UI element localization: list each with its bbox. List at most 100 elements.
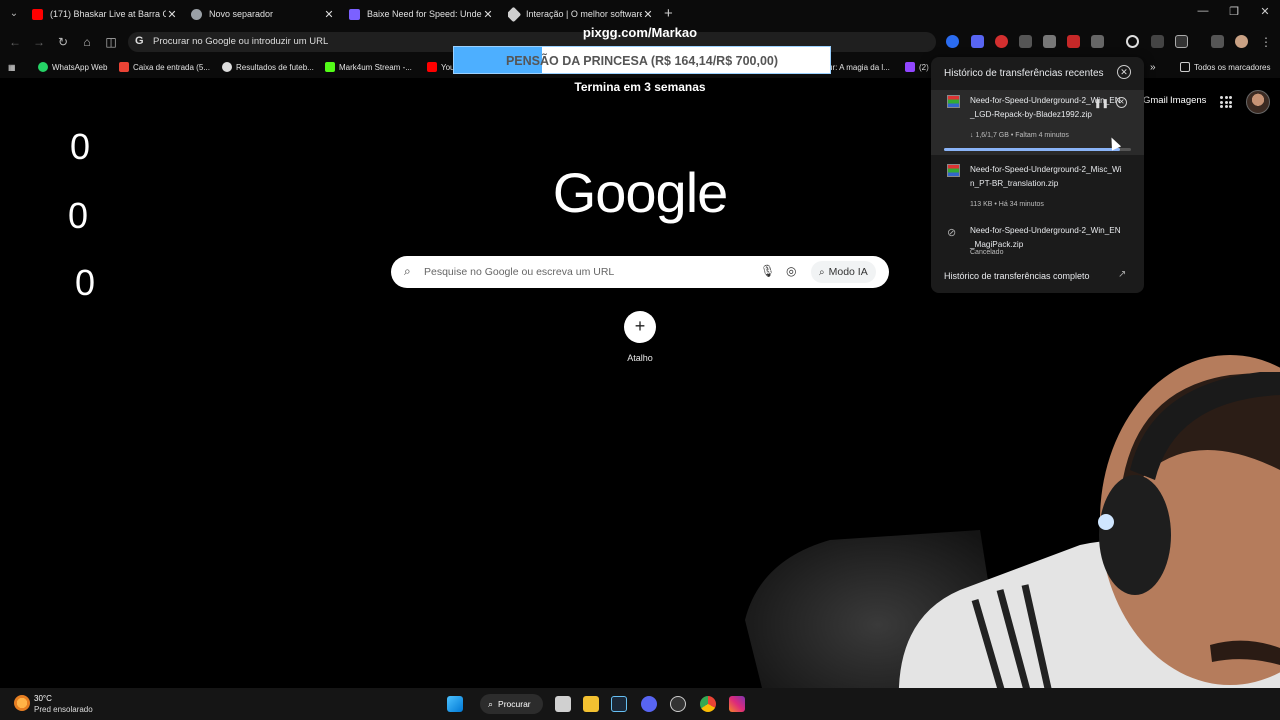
all-bookmarks-label: Todos os marcadores	[1194, 62, 1271, 72]
bookmark-label: Caixa de entrada (5...	[133, 62, 210, 72]
bookmark-whatsapp[interactable]: WhatsApp Web	[38, 60, 107, 74]
zip-file-icon	[947, 164, 960, 177]
bookmark-label: WhatsApp Web	[52, 62, 108, 72]
counter-value: 0	[70, 126, 91, 167]
steam-icon[interactable]	[611, 696, 627, 712]
bookmark-mark4um[interactable]: Mark4um Stream -...	[325, 60, 412, 74]
close-icon[interactable]: ✕	[1117, 65, 1131, 79]
counter-value: 0	[75, 262, 96, 303]
download-filename: Need-for-Speed-Underground-2_Misc_Win_PT…	[970, 165, 1122, 188]
windows-start-icon[interactable]	[447, 696, 463, 712]
search-icon: ⌕	[404, 264, 411, 278]
google-apps-icon[interactable]	[1220, 96, 1232, 108]
bookmark-gmail[interactable]: Caixa de entrada (5...	[119, 60, 210, 74]
microphone-icon[interactable]: 🎙︎	[760, 264, 775, 278]
tab-title: Novo separador	[209, 9, 274, 19]
weather-description[interactable]: Pred ensolarado	[34, 705, 93, 714]
bookmark-label: Resultados de futeb...	[236, 62, 314, 72]
download-item[interactable]: ⊘ Need-for-Speed-Underground-2_Win_EN_Ma…	[931, 220, 1144, 264]
headphone-light	[1098, 514, 1114, 530]
folder-icon	[1180, 62, 1190, 72]
bookmark-label: Mark4um Stream -...	[339, 62, 412, 72]
tab-title: Baixe Need for Speed: Undergr	[367, 9, 482, 19]
headphone-cup	[1099, 475, 1171, 595]
new-tab-button[interactable]: +	[664, 5, 673, 22]
counter-value: 0	[68, 195, 89, 236]
full-download-history-link[interactable]: Histórico de transferências completo	[944, 271, 1090, 281]
tab-need-for-speed[interactable]: Baixe Need for Speed: Undergr ✕	[349, 2, 494, 26]
close-window-icon[interactable]: ✕	[1255, 5, 1275, 18]
taskbar: 30°C Pred ensolarado ⌕ Procurar	[0, 688, 1280, 720]
close-tab-icon[interactable]: ✕	[482, 8, 494, 21]
add-shortcut-button[interactable]: +	[624, 311, 656, 343]
search-icon: ⌕	[488, 698, 494, 709]
download-filename: Need-for-Speed-Underground-2_Win_EN_Magi…	[970, 226, 1121, 249]
download-status: ↓ 1,6/1,7 GB • Faltam 4 minutos	[970, 132, 1069, 139]
minimize-icon[interactable]: —	[1193, 5, 1213, 17]
bookmark-magia[interactable]: ur: A magia da l...	[828, 60, 890, 74]
tab-strip: ⌄ (171) Bhaskar Live at Barra Gra ✕ Novo…	[0, 0, 1280, 28]
donation-url: pixgg.com/Markao	[582, 25, 698, 40]
download-item[interactable]: Need-for-Speed-Underground-2_Misc_Win_PT…	[931, 159, 1144, 215]
close-tab-icon[interactable]: ✕	[166, 8, 178, 21]
downloads-title: Histórico de transferências recentes	[944, 68, 1104, 79]
mustache	[1210, 640, 1280, 665]
taskbar-search[interactable]: ⌕ Procurar	[480, 694, 543, 714]
twitch-icon	[905, 62, 915, 72]
tab-title: Interação | O melhor software p	[526, 9, 642, 19]
search-input[interactable]	[424, 263, 744, 281]
ai-mode-label: Modo IA	[828, 266, 868, 278]
images-link[interactable]: Imagens	[1170, 95, 1206, 106]
hair	[1120, 373, 1280, 500]
gmail-link[interactable]: Gmail	[1143, 95, 1168, 106]
file-explorer-icon[interactable]	[583, 696, 599, 712]
bookmark-youtube[interactable]: You	[427, 60, 455, 74]
open-external-icon[interactable]: ↗	[1118, 269, 1126, 280]
download-status: 113 KB • Há 34 minutos	[970, 201, 1044, 208]
app-icon[interactable]	[670, 696, 686, 712]
downloads-bubble: Histórico de transferências recentes ✕ N…	[931, 57, 1144, 293]
restore-icon[interactable]: ❐	[1224, 5, 1244, 18]
search-box[interactable]: ⌕ 🎙︎ ◎ ⌕ Modo IA	[391, 256, 889, 288]
download-progress-fill	[944, 148, 1120, 151]
weather-icon[interactable]	[14, 695, 30, 711]
site-icon	[349, 8, 360, 20]
file-cancelled-icon: ⊘	[947, 227, 957, 239]
close-tab-icon[interactable]: ✕	[642, 8, 654, 21]
chrome-icon[interactable]	[700, 696, 716, 712]
instagram-icon[interactable]	[729, 696, 745, 712]
gmail-icon	[119, 62, 129, 72]
kick-icon	[325, 62, 335, 72]
tab-interacao[interactable]: Interação | O melhor software p ✕	[508, 2, 654, 26]
tab-youtube[interactable]: (171) Bhaskar Live at Barra Gra ✕	[32, 2, 178, 26]
cancel-download-icon[interactable]: ✕	[1116, 97, 1127, 108]
bookmark-twitch[interactable]: (2)	[905, 60, 929, 74]
site-icon	[508, 6, 522, 22]
weather-temperature[interactable]: 30°C	[34, 694, 52, 703]
tab-search-icon[interactable]: ⌄	[6, 6, 22, 22]
task-view-icon[interactable]	[555, 696, 571, 712]
pause-icon[interactable]: ❚❚	[1094, 98, 1109, 109]
headphone-band	[1130, 372, 1280, 480]
tab-new-tab[interactable]: Novo separador ✕	[191, 2, 335, 26]
more-bookmarks-icon[interactable]: »	[1150, 60, 1156, 74]
donation-goal-bar: PENSÃO DA PRINCESA (R$ 164,14/R$ 700,00)	[453, 46, 831, 74]
apps-grid-icon[interactable]: ▦	[8, 60, 16, 74]
download-status: Cancelado	[970, 249, 1004, 256]
tab-title: (171) Bhaskar Live at Barra Gra	[50, 9, 166, 19]
shortcut-label: Atalho	[627, 353, 653, 363]
bookmark-label: (2)	[919, 62, 929, 72]
whatsapp-icon	[38, 62, 48, 72]
discord-icon[interactable]	[641, 696, 657, 712]
all-bookmarks-button[interactable]: Todos os marcadores	[1180, 60, 1270, 74]
chrome-icon	[191, 8, 202, 20]
zip-file-icon	[947, 95, 960, 108]
close-tab-icon[interactable]: ✕	[323, 8, 335, 21]
goal-label: PENSÃO DA PRINCESA (R$ 164,14/R$ 700,00)	[505, 54, 779, 68]
face	[1100, 355, 1280, 685]
taskbar-search-label: Procurar	[498, 699, 531, 709]
bookmark-resultados[interactable]: Resultados de futeb...	[222, 60, 314, 74]
site-icon	[222, 62, 232, 72]
lens-icon[interactable]: ◎	[786, 264, 796, 278]
ai-mode-button[interactable]: ⌕ Modo IA	[811, 261, 876, 283]
